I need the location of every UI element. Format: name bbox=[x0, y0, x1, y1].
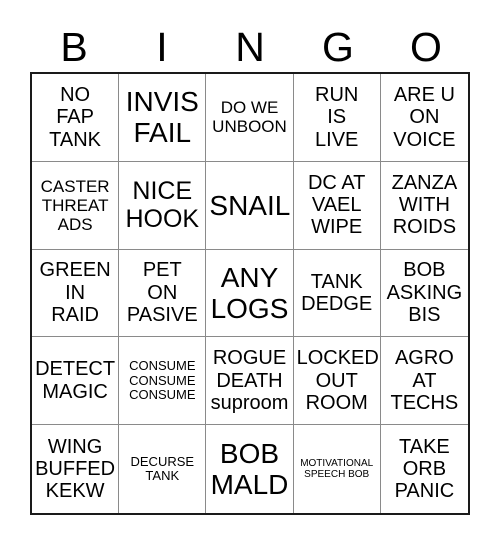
bingo-cell-label: ARE U ON VOICE bbox=[393, 83, 456, 151]
bingo-card: B I N G O NO FAP TANK INVIS FAIL DO WE U… bbox=[0, 0, 500, 544]
bingo-cell-label: RUN IS LIVE bbox=[315, 83, 359, 151]
bingo-cell[interactable]: LOCKED OUT ROOM bbox=[293, 337, 381, 426]
bingo-cell[interactable]: GREEN IN RAID bbox=[32, 249, 120, 338]
bingo-cell[interactable]: PET ON PASIVE bbox=[119, 249, 207, 338]
bingo-cell[interactable]: DETECT MAGIC bbox=[32, 337, 120, 426]
bingo-cell[interactable]: TAKE ORB PANIC bbox=[381, 425, 468, 513]
bingo-cell[interactable]: WING BUFFED KEKW bbox=[32, 425, 120, 513]
bingo-cell-label: AGRO AT TECHS bbox=[390, 347, 459, 414]
bingo-cell-label: NO FAP TANK bbox=[49, 83, 102, 151]
bingo-cell-label: DECURSE TANK bbox=[130, 453, 195, 484]
bingo-cell-label: WING BUFFED KEKW bbox=[35, 435, 116, 503]
bingo-cell-label: INVIS FAIL bbox=[125, 86, 199, 149]
bingo-cell-label: TANK DEDGE bbox=[301, 270, 373, 315]
bingo-cell[interactable]: DO WE UNBOON bbox=[206, 74, 294, 162]
bingo-cell-label: ANY LOGS bbox=[210, 261, 289, 324]
bingo-cell-label: DC AT VAEL WIPE bbox=[307, 171, 366, 239]
bingo-cell-label: ROGUE DEATH suproom bbox=[210, 347, 289, 414]
bingo-cell[interactable]: NO FAP TANK bbox=[32, 74, 120, 162]
bingo-cell-label: BOB MALD bbox=[210, 437, 289, 501]
bingo-cell-label: CASTER THREAT ADS bbox=[40, 176, 110, 234]
bingo-cell[interactable]: ZANZA WITH ROIDS bbox=[380, 162, 468, 250]
bingo-cell-label: TAKE ORB PANIC bbox=[394, 435, 455, 503]
header-letter-n: N bbox=[235, 23, 265, 70]
bingo-cell[interactable]: RUN IS LIVE bbox=[293, 74, 381, 162]
bingo-cell-label: BOB ASKING BIS bbox=[386, 259, 463, 327]
bingo-cell[interactable]: CONSUME CONSUME CONSUME bbox=[119, 337, 207, 426]
bingo-cell-label: GREEN IN RAID bbox=[39, 259, 111, 327]
bingo-cell[interactable]: MOTIVATIONAL SPEECH BOB bbox=[294, 425, 381, 513]
bingo-cell[interactable]: ANY LOGS bbox=[206, 249, 294, 338]
bingo-cell-label: DO WE UNBOON bbox=[212, 98, 287, 137]
bingo-cell[interactable]: BOB ASKING BIS bbox=[380, 250, 468, 338]
header-letter-b: B bbox=[60, 23, 88, 70]
bingo-cell[interactable]: INVIS FAIL bbox=[119, 74, 207, 162]
bingo-cell[interactable]: DECURSE TANK bbox=[119, 425, 207, 513]
bingo-cell[interactable]: CASTER THREAT ADS bbox=[32, 161, 120, 250]
bingo-cell-label: ZANZA WITH ROIDS bbox=[391, 171, 458, 239]
header-letter-i: I bbox=[156, 23, 168, 70]
bingo-cell[interactable]: AGRO AT TECHS bbox=[380, 337, 468, 426]
bingo-cell[interactable]: ROGUE DEATH suproom bbox=[206, 337, 294, 426]
bingo-grid: NO FAP TANK INVIS FAIL DO WE UNBOON RUN … bbox=[30, 72, 470, 515]
bingo-cell-label: SNAIL bbox=[209, 189, 291, 221]
bingo-cell[interactable]: BOB MALD bbox=[206, 425, 294, 513]
header-letter-g: G bbox=[322, 23, 354, 70]
bingo-cell-label: PET ON PASIVE bbox=[126, 259, 198, 327]
bingo-cell-label: MOTIVATIONAL SPEECH BOB bbox=[300, 457, 374, 481]
bingo-cell-label: CONSUME CONSUME CONSUME bbox=[129, 357, 196, 403]
bingo-header: B I N G O bbox=[30, 22, 470, 72]
bingo-cell[interactable]: NICE HOOK bbox=[119, 161, 207, 250]
header-letter-o: O bbox=[410, 23, 442, 70]
bingo-cell[interactable]: DC AT VAEL WIPE bbox=[293, 161, 381, 250]
bingo-cell-label: LOCKED OUT ROOM bbox=[296, 347, 379, 414]
bingo-cell-label: DETECT MAGIC bbox=[35, 358, 116, 403]
bingo-cell[interactable]: ARE U ON VOICE bbox=[380, 74, 468, 162]
bingo-cell-label: NICE HOOK bbox=[125, 177, 200, 234]
bingo-cell[interactable]: TANK DEDGE bbox=[293, 249, 381, 338]
bingo-cell[interactable]: SNAIL bbox=[206, 161, 294, 250]
